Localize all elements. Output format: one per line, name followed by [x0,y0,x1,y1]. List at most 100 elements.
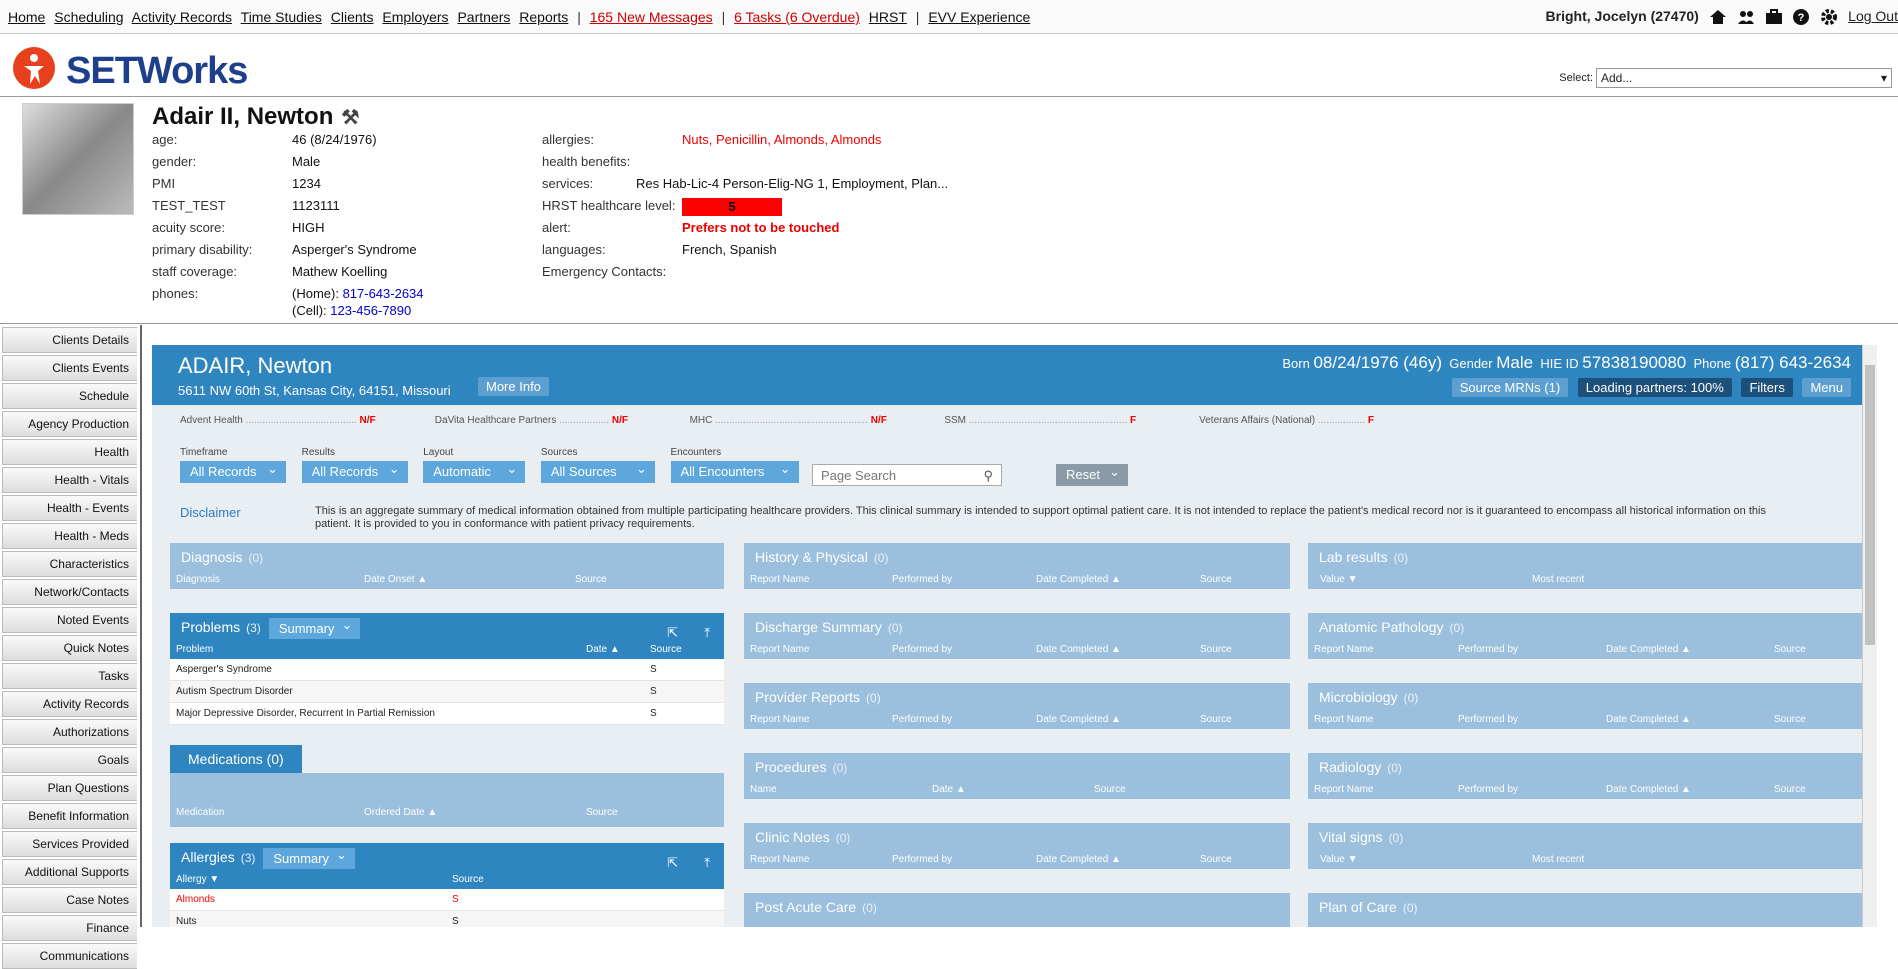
column-header[interactable]: Date Completed ▲ [1036,571,1121,589]
sidebar-item-plan-questions[interactable]: Plan Questions [2,775,137,801]
column-header[interactable]: Source [1094,781,1126,799]
column-header[interactable]: Source [1200,571,1232,589]
card-header[interactable]: Allergies(3)Summary ⇱⤒ [170,843,724,871]
sidebar-item-authorizations[interactable]: Authorizations [2,719,137,745]
column-header[interactable]: Most recent [1532,571,1584,589]
nav-evv[interactable]: EVV Experience [928,9,1030,25]
card-header[interactable]: Plan of Care (0) [1308,893,1862,921]
setworks-logo[interactable]: SETWorks [12,46,248,92]
sidebar-item-clients-events[interactable]: Clients Events [2,355,137,381]
column-header[interactable]: Value ▼ [1320,571,1358,589]
home-icon[interactable] [1709,8,1727,26]
card-header[interactable]: Problems(3)Summary ⇱⤒ [170,613,724,641]
table-row[interactable]: Nuts S [170,911,724,927]
add-dropdown[interactable]: Add... [1596,68,1892,88]
menu-button[interactable]: Menu [1802,378,1851,397]
nav-messages[interactable]: 165 New Messages [590,9,713,25]
column-header[interactable]: Report Name [750,851,809,869]
column-header[interactable]: Source [586,807,618,818]
vertical-scrollbar[interactable] [1862,345,1877,927]
sidebar-item-communications[interactable]: Communications [2,943,137,969]
column-header[interactable]: Source [1774,641,1806,659]
sidebar-item-health-meds[interactable]: Health - Meds [2,523,137,549]
column-header[interactable]: Source [650,641,682,659]
column-header[interactable]: Source [1774,781,1806,799]
sidebar-item-network-contacts[interactable]: Network/Contacts [2,579,137,605]
sidebar-item-health-vitals[interactable]: Health - Vitals [2,467,137,493]
nav-partners[interactable]: Partners [457,9,510,25]
column-header[interactable]: Source [1200,641,1232,659]
nav-clients[interactable]: Clients [331,9,374,25]
disclaimer-link[interactable]: Disclaimer [180,505,241,520]
nav-home[interactable]: Home [8,9,45,25]
column-header[interactable]: Date Completed ▲ [1606,781,1691,799]
table-row[interactable]: Major Depressive Disorder, Recurrent In … [170,703,724,725]
help-icon[interactable]: ? [1792,8,1810,26]
reset-button[interactable]: Reset [1056,461,1128,486]
medications-tab[interactable]: Medications (0) [170,745,302,773]
table-row[interactable]: Autism Spectrum Disorder S [170,681,724,703]
sidebar-item-additional-supports[interactable]: Additional Supports [2,859,137,885]
sources-dropdown[interactable]: All Sources [540,458,655,483]
column-header[interactable]: Most recent [1532,851,1584,869]
column-header[interactable]: Ordered Date ▲ [364,807,437,818]
nav-reports[interactable]: Reports [519,9,568,25]
nav-tasks[interactable]: 6 Tasks (6 Overdue) [734,9,860,25]
tools-icon[interactable]: ⚒ [341,107,359,129]
column-header[interactable]: Date Completed ▲ [1606,641,1691,659]
nav-scheduling[interactable]: Scheduling [54,9,123,25]
sidebar-item-characteristics[interactable]: Characteristics [2,551,137,577]
card-header[interactable]: Radiology (0) [1308,753,1862,781]
card-header[interactable]: History & Physical (0) [744,543,1290,571]
column-header[interactable]: Diagnosis [176,571,220,589]
card-header[interactable]: Diagnosis (0) [170,543,724,571]
card-header[interactable]: Clinic Notes (0) [744,823,1290,851]
column-header[interactable]: Performed by [892,711,952,729]
column-header[interactable]: Source [452,871,484,889]
column-header[interactable]: Performed by [892,851,952,869]
nav-employers[interactable]: Employers [382,9,448,25]
more-info-button[interactable]: More Info [478,377,549,396]
search-icon[interactable]: ⚲ [983,465,993,487]
card-header[interactable]: Provider Reports (0) [744,683,1290,711]
column-header[interactable]: Problem [176,641,213,659]
allergies-summary-dropdown[interactable]: Summary [263,844,355,869]
column-header[interactable]: Date Onset ▲ [364,571,427,589]
filters-button[interactable]: Filters [1741,378,1793,397]
sidebar-item-benefit-information[interactable]: Benefit Information [2,803,137,829]
card-header[interactable]: Microbiology (0) [1308,683,1862,711]
sidebar-item-case-notes[interactable]: Case Notes [2,887,137,913]
column-header[interactable]: Report Name [750,641,809,659]
column-header[interactable]: Date Completed ▲ [1606,711,1691,729]
scrollbar-thumb[interactable] [1865,365,1875,645]
card-header[interactable]: Lab results (0) [1308,543,1862,571]
sidebar-item-services-provided[interactable]: Services Provided [2,831,137,857]
column-header[interactable]: Source [1200,711,1232,729]
sidebar-item-noted-events[interactable]: Noted Events [2,607,137,633]
sidebar-item-agency-production[interactable]: Agency Production [2,411,137,437]
sidebar-item-schedule[interactable]: Schedule [2,383,137,409]
nav-time-studies[interactable]: Time Studies [241,9,322,25]
page-search-input[interactable]: Page Search ⚲ [812,464,1002,486]
phone-home-link[interactable]: 817-643-2634 [343,286,424,301]
column-header[interactable]: Medication [176,807,224,818]
column-header[interactable]: Performed by [892,571,952,589]
column-header[interactable]: Date Completed ▲ [1036,711,1121,729]
column-header[interactable]: Report Name [750,711,809,729]
column-header[interactable]: Value ▼ [1320,851,1358,869]
sidebar-item-tasks[interactable]: Tasks [2,663,137,689]
card-header[interactable]: Anatomic Pathology (0) [1308,613,1862,641]
gear-icon[interactable] [1820,8,1838,26]
column-header[interactable]: Report Name [1314,641,1373,659]
users-icon[interactable] [1737,8,1755,26]
column-header[interactable]: Source [1200,851,1232,869]
column-header[interactable]: Date ▲ [586,641,620,659]
results-dropdown[interactable]: All Records [301,458,408,483]
briefcase-icon[interactable] [1765,8,1783,26]
table-row[interactable]: Asperger's Syndrome S [170,659,724,681]
card-header[interactable]: Post Acute Care (0) [744,893,1290,921]
sidebar-item-goals[interactable]: Goals [2,747,137,773]
card-header[interactable]: Discharge Summary (0) [744,613,1290,641]
card-header[interactable]: Procedures (0) [744,753,1290,781]
nav-hrst[interactable]: HRST [869,9,907,25]
